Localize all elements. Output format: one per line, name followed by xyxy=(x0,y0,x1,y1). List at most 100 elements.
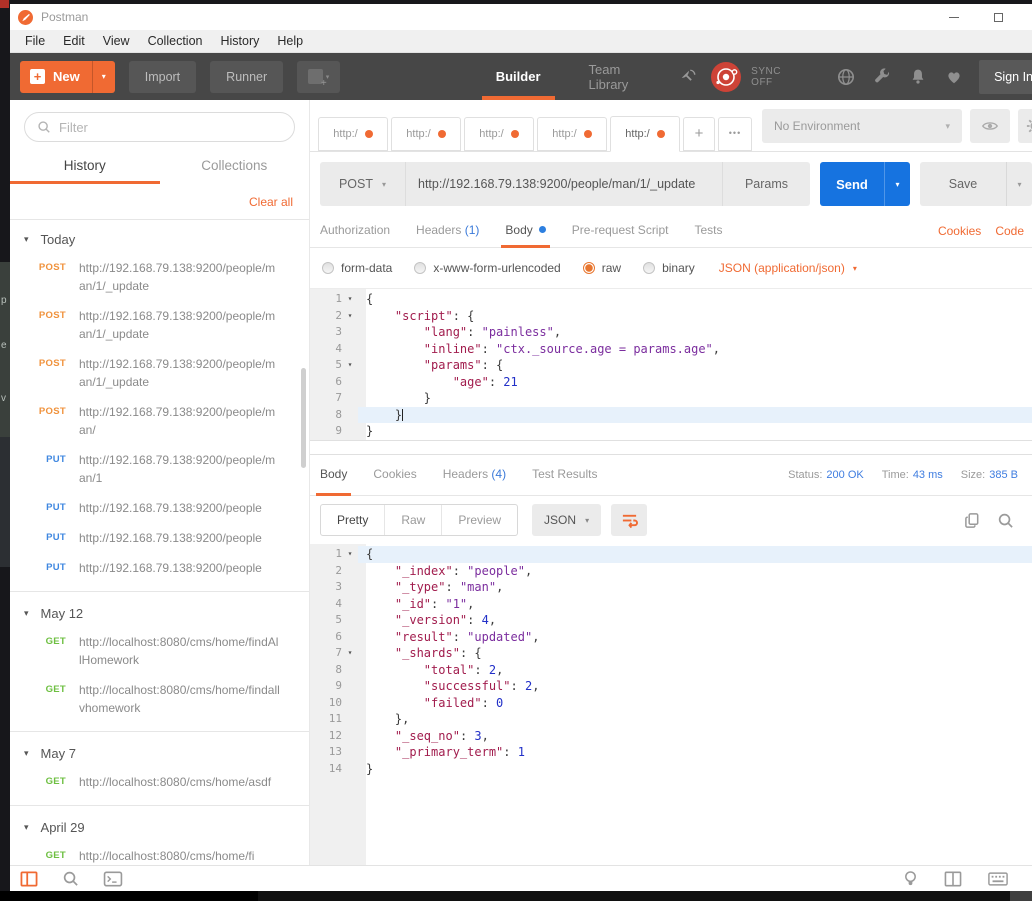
tab-body[interactable]: Body xyxy=(505,214,545,248)
history-item[interactable]: GEThttp://localhost:8080/cms/home/findAl… xyxy=(10,627,309,675)
fold-caret-icon[interactable] xyxy=(342,563,358,580)
tab-response-body[interactable]: Body xyxy=(320,454,347,496)
fold-caret-icon[interactable] xyxy=(342,324,358,341)
history-item[interactable]: PUThttp://192.168.79.138:9200/people/man… xyxy=(10,445,309,493)
code-link[interactable]: Code xyxy=(995,224,1024,238)
history-item[interactable]: POSThttp://192.168.79.138:9200/people/ma… xyxy=(10,349,309,397)
history-item[interactable]: POSThttp://192.168.79.138:9200/people/ma… xyxy=(10,253,309,301)
fold-caret-icon[interactable] xyxy=(342,579,358,596)
maximize-button[interactable] xyxy=(976,4,1021,30)
history-group-header[interactable]: ▾Today xyxy=(10,222,309,253)
history-item[interactable]: POSThttp://192.168.79.138:9200/people/ma… xyxy=(10,301,309,349)
history-item[interactable]: GEThttp://localhost:8080/cms/home/fi xyxy=(10,841,309,865)
sync-icon[interactable] xyxy=(711,62,741,92)
two-pane-icon[interactable] xyxy=(944,871,962,887)
new-dropdown-chevron-icon[interactable]: ▾ xyxy=(93,72,115,81)
fold-caret-icon[interactable]: ▾ xyxy=(342,308,358,325)
environment-selector[interactable]: No Environment ▾ xyxy=(762,109,962,143)
fold-caret-icon[interactable] xyxy=(342,407,358,424)
wrap-lines-button[interactable] xyxy=(611,504,647,536)
bulb-icon[interactable] xyxy=(903,870,918,887)
fold-caret-icon[interactable] xyxy=(342,374,358,391)
history-item[interactable]: PUThttp://192.168.79.138:9200/people xyxy=(10,523,309,553)
tab-collections[interactable]: Collections xyxy=(160,150,310,184)
open-request-tab[interactable]: http:/ xyxy=(610,116,680,152)
filter-input[interactable] xyxy=(59,120,259,135)
fold-caret-icon[interactable] xyxy=(342,744,358,761)
history-item[interactable]: POSThttp://192.168.79.138:9200/people/ma… xyxy=(10,397,309,445)
open-request-tab[interactable]: http:/ xyxy=(464,117,534,151)
settings-button[interactable] xyxy=(1018,109,1032,143)
method-selector[interactable]: POST▾ xyxy=(320,162,406,206)
history-item[interactable]: GEThttp://localhost:8080/cms/home/asdf xyxy=(10,767,309,797)
fold-caret-icon[interactable] xyxy=(342,761,358,778)
radio-x-www-form-urlencoded[interactable]: x-www-form-urlencoded xyxy=(414,261,560,275)
menu-help[interactable]: Help xyxy=(268,30,312,53)
fold-caret-icon[interactable] xyxy=(342,662,358,679)
environment-preview-button[interactable] xyxy=(970,109,1010,143)
history-item[interactable]: GEThttp://localhost:8080/cms/home/findal… xyxy=(10,675,309,723)
fold-caret-icon[interactable]: ▾ xyxy=(342,291,358,308)
send-button[interactable]: Send ▾ xyxy=(820,162,910,206)
wrench-icon[interactable] xyxy=(873,68,891,86)
satellite-icon[interactable] xyxy=(679,68,697,86)
new-button[interactable]: +New ▾ xyxy=(20,61,115,93)
history-item[interactable]: PUThttp://192.168.79.138:9200/people xyxy=(10,493,309,523)
fold-caret-icon[interactable] xyxy=(342,596,358,613)
minimize-button[interactable] xyxy=(931,4,976,30)
search-all-icon[interactable] xyxy=(62,870,79,887)
menu-edit[interactable]: Edit xyxy=(54,30,94,53)
tab-headers[interactable]: Headers (1) xyxy=(416,214,479,248)
radio-raw[interactable]: raw xyxy=(583,261,621,275)
content-type-selector[interactable]: JSON (application/json)▾ xyxy=(719,261,857,275)
view-preview[interactable]: Preview xyxy=(441,505,517,535)
fold-caret-icon[interactable]: ▾ xyxy=(342,357,358,374)
save-button[interactable]: Save ▾ xyxy=(920,162,1032,206)
tab-pre-request-script[interactable]: Pre-request Script xyxy=(572,214,669,248)
fold-caret-icon[interactable] xyxy=(342,728,358,745)
fold-caret-icon[interactable] xyxy=(342,341,358,358)
params-button[interactable]: Params xyxy=(722,162,810,206)
toggle-sidebar-icon[interactable] xyxy=(20,871,38,887)
tab-builder[interactable]: Builder xyxy=(482,53,555,100)
more-tabs-button[interactable]: ••• xyxy=(718,117,752,151)
history-item[interactable]: PUThttp://192.168.79.138:9200/people xyxy=(10,553,309,583)
tab-history[interactable]: History xyxy=(10,150,160,184)
fold-caret-icon[interactable] xyxy=(342,390,358,407)
menu-history[interactable]: History xyxy=(211,30,268,53)
view-raw[interactable]: Raw xyxy=(384,505,441,535)
response-body-editor[interactable]: 1▾{2 "_index": "people",3 "_type": "man"… xyxy=(310,544,1032,865)
clear-all-link[interactable]: Clear all xyxy=(249,195,293,209)
fold-caret-icon[interactable] xyxy=(342,629,358,646)
radio-binary[interactable]: binary xyxy=(643,261,695,275)
filter-box[interactable] xyxy=(24,112,295,142)
fold-caret-icon[interactable] xyxy=(342,612,358,629)
tab-test-results[interactable]: Test Results xyxy=(532,454,597,496)
cookies-link[interactable]: Cookies xyxy=(938,224,981,238)
fold-caret-icon[interactable]: ▾ xyxy=(342,546,358,563)
copy-icon[interactable] xyxy=(964,512,981,529)
view-pretty[interactable]: Pretty xyxy=(321,505,384,535)
globe-icon[interactable] xyxy=(837,68,855,86)
import-button[interactable]: Import xyxy=(129,61,196,93)
sign-in-button[interactable]: Sign In xyxy=(979,60,1032,94)
open-request-tab[interactable]: http:/ xyxy=(537,117,607,151)
heart-icon[interactable] xyxy=(945,68,963,86)
response-format-selector[interactable]: JSON▾ xyxy=(532,504,601,536)
search-response-icon[interactable] xyxy=(997,512,1014,529)
fold-caret-icon[interactable]: ▾ xyxy=(342,645,358,662)
bell-icon[interactable] xyxy=(909,68,927,86)
send-dropdown-chevron-icon[interactable]: ▾ xyxy=(884,162,910,206)
console-icon[interactable] xyxy=(103,871,123,887)
tab-response-headers[interactable]: Headers (4) xyxy=(443,454,506,496)
menu-file[interactable]: File xyxy=(16,30,54,53)
history-group-header[interactable]: ▾May 12 xyxy=(10,596,309,627)
tab-response-cookies[interactable]: Cookies xyxy=(373,454,416,496)
fold-caret-icon[interactable] xyxy=(342,678,358,695)
runner-button[interactable]: Runner xyxy=(210,61,283,93)
fold-caret-icon[interactable] xyxy=(342,423,358,440)
history-group-header[interactable]: ▾May 7 xyxy=(10,736,309,767)
fold-caret-icon[interactable] xyxy=(342,695,358,712)
url-input[interactable] xyxy=(406,162,722,206)
new-tab-button[interactable]: + xyxy=(683,117,715,151)
